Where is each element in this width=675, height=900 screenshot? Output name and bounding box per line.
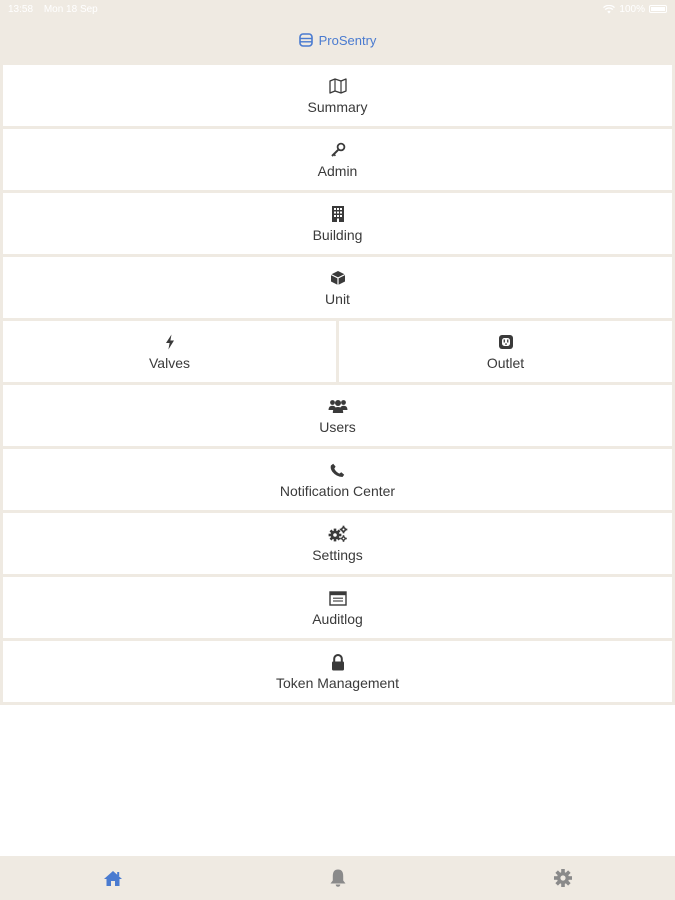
menu-label-notification-center: Notification Center (279, 483, 396, 499)
app-title: ProSentry (318, 32, 377, 48)
menu-item-settings[interactable]: Settings (3, 513, 672, 574)
menu-item-building[interactable]: Building (3, 193, 672, 254)
bolt-icon (165, 332, 175, 352)
menu-item-outlet[interactable]: Outlet (339, 321, 672, 382)
menu-item-notification-center[interactable]: Notification Center (3, 449, 672, 510)
bottom-tab-bar (0, 856, 675, 900)
key-icon (330, 140, 346, 160)
menu-label-token-management: Token Management (276, 675, 399, 691)
users-icon (328, 396, 348, 416)
menu-item-valves[interactable]: Valves (3, 321, 336, 382)
map-icon (328, 76, 347, 96)
status-date: Mon 18 Sep (43, 3, 98, 15)
menu-label-admin: Admin (317, 163, 358, 179)
menu-label-auditlog: Auditlog (312, 611, 363, 627)
menu-item-summary[interactable]: Summary (3, 65, 672, 126)
app-header: ProSentry (0, 18, 675, 62)
building-icon (331, 204, 345, 224)
menu-label-summary: Summary (307, 99, 368, 115)
menu-item-unit[interactable]: Unit (3, 257, 672, 318)
status-time: 13:58 (8, 3, 34, 15)
cube-icon (330, 268, 346, 288)
menu-label-settings: Settings (312, 547, 363, 563)
lock-icon (331, 652, 345, 672)
menu-item-token-management[interactable]: Token Management (3, 641, 672, 702)
phone-icon (330, 460, 345, 480)
window-icon (328, 588, 347, 608)
tab-settings[interactable] (533, 856, 593, 900)
status-bar: 13:58 Mon 18 Sep 100% (0, 0, 675, 18)
menu-item-users[interactable]: Users (3, 385, 672, 446)
cogs-icon (328, 524, 348, 544)
home-icon (103, 870, 122, 886)
menu-item-auditlog[interactable]: Auditlog (3, 577, 672, 638)
battery-percent: 100% (619, 3, 645, 15)
gear-icon (553, 869, 572, 887)
prosentry-logo-icon (298, 33, 313, 47)
bell-icon (330, 869, 345, 887)
outlet-icon (498, 332, 514, 352)
main-menu: Summary Admin Building Unit Valves Outle… (0, 62, 675, 705)
tab-notifications[interactable] (308, 856, 368, 900)
menu-label-outlet: Outlet (486, 355, 525, 371)
wifi-icon (603, 4, 616, 13)
menu-label-unit: Unit (325, 291, 350, 307)
battery-icon (649, 5, 667, 13)
menu-label-building: Building (312, 227, 363, 243)
tab-home[interactable] (83, 856, 143, 900)
menu-label-users: Users (319, 419, 356, 435)
menu-label-valves: Valves (149, 355, 190, 371)
menu-item-admin[interactable]: Admin (3, 129, 672, 190)
